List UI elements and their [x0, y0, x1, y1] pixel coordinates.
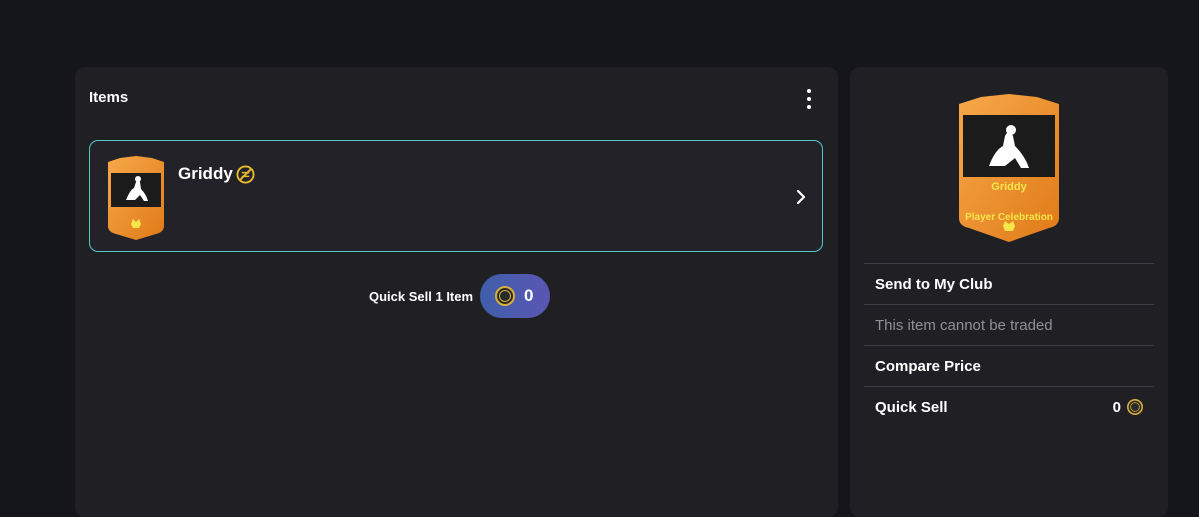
cannot-trade-label: This item cannot be traded: [875, 316, 1053, 334]
send-to-club-label: Send to My Club: [875, 275, 993, 293]
quick-sell-value: 0: [524, 286, 534, 305]
send-to-club-button[interactable]: Send to My Club: [864, 263, 1154, 304]
coin-icon: [1127, 399, 1143, 415]
quick-sell-label: Quick Sell 1 Item: [369, 289, 474, 304]
card-player-name: Griddy: [991, 181, 1027, 193]
chevron-right-icon: [796, 189, 806, 205]
coin-icon: [495, 286, 515, 306]
celebration-card: Griddy Player Celebration: [959, 94, 1059, 242]
item-list-row[interactable]: Griddy: [89, 140, 823, 252]
compare-price-label: Compare Price: [875, 357, 981, 375]
more-options-icon[interactable]: [803, 89, 815, 109]
compare-price-button[interactable]: Compare Price: [864, 345, 1154, 386]
celebration-card-thumbnail: [108, 156, 164, 240]
card-type-label: Player Celebration: [965, 212, 1053, 223]
item-name: Griddy: [178, 164, 233, 183]
items-panel-title: Items: [89, 89, 129, 106]
items-panel: Items Griddy Quick Sell 1 Item 0: [75, 67, 838, 517]
item-detail-panel: Griddy Player Celebration Send to My Clu…: [850, 67, 1168, 517]
action-list: Send to My Club This item cannot be trad…: [864, 263, 1154, 427]
quick-sell-action-label: Quick Sell: [875, 398, 948, 416]
quick-sell-action-value: 0: [1112, 398, 1121, 416]
quick-sell-button[interactable]: 0: [480, 274, 550, 318]
cannot-trade-notice: This item cannot be traded: [864, 304, 1154, 345]
quick-sell-action-button[interactable]: Quick Sell 0: [864, 386, 1154, 427]
untradeable-icon: [236, 165, 255, 184]
